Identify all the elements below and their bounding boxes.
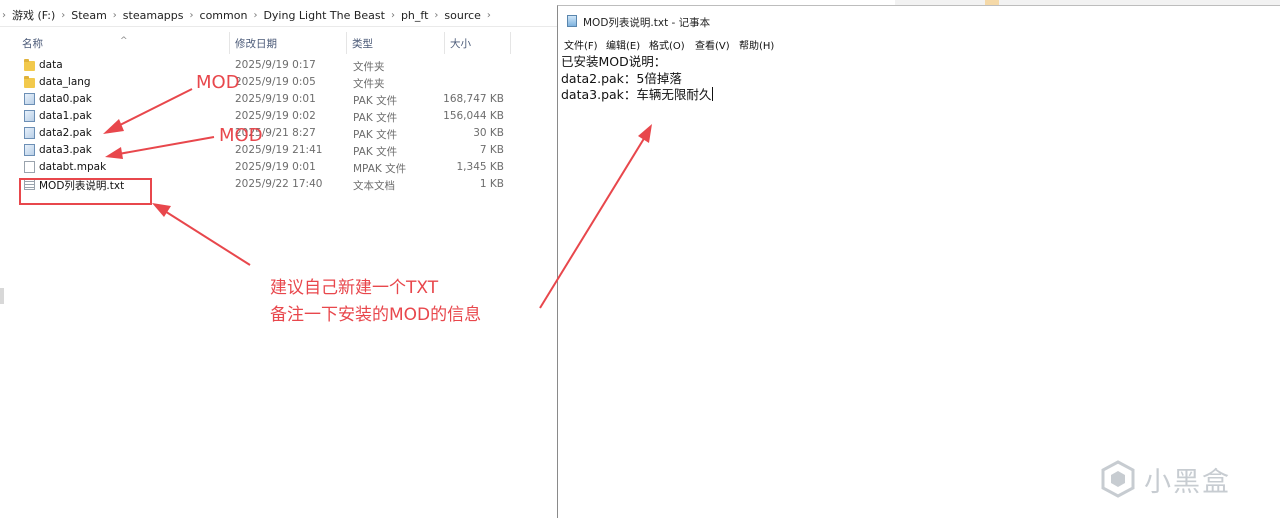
file-name: databt.mpak [39,161,107,173]
breadcrumb-item[interactable]: source [444,9,481,22]
file-size: 7 KB [479,144,504,156]
file-type: PAK 文件 [353,146,398,158]
chevron-right-icon[interactable]: › [434,10,438,21]
annotation-mod-label: MOD [196,72,240,93]
window-title: MOD列表说明.txt - 记事本 [583,17,711,29]
chevron-right-icon[interactable]: › [487,10,491,21]
annotation-note: 备注一下安装的MOD的信息 [270,305,482,325]
file-row-data2-pak[interactable]: data2.pak 2025/9/21 8:27 PAK 文件 30 KB [0,125,557,142]
pak-file-icon [24,127,35,139]
file-type: 文本文档 [353,180,395,192]
text-line: 已安装MOD说明： [561,54,667,69]
text-line-with-caret: data3.pak：车辆无限耐久 [561,87,1261,104]
menu-format[interactable]: 格式(O) [649,37,685,52]
file-size: 1,345 KB [456,161,505,173]
column-divider[interactable] [229,32,230,54]
scrollbar-marker[interactable] [0,288,4,304]
breadcrumb-item[interactable]: Dying Light The Beast [263,9,385,22]
file-name: data1.pak [39,110,92,122]
breadcrumb-item[interactable]: 游戏 (F:) [12,7,55,23]
file-size: 168,747 KB [443,93,504,105]
file-name: data0.pak [39,93,92,105]
menu-file[interactable]: 文件(F) [564,37,598,52]
file-row-databt-mpak[interactable]: databt.mpak 2025/9/19 0:01 MPAK 文件 1,345… [0,159,557,176]
file-size: 156,044 KB [443,110,504,122]
notepad-titlebar[interactable]: MOD列表说明.txt - 记事本 [558,6,1280,34]
chevron-right-icon[interactable]: › [253,10,257,21]
highlight-box [19,178,152,205]
file-date: 2025/9/19 0:01 [235,161,316,173]
annotation-note: 建议自己新建一个TXT [270,278,439,298]
watermark: 小黑盒 [1098,458,1231,500]
file-row-data0-pak[interactable]: data0.pak 2025/9/19 0:01 PAK 文件 168,747 … [0,91,557,108]
file-size: 1 KB [479,178,504,190]
generic-file-icon [24,161,35,173]
text-line: data2.pak：5倍掉落 [561,70,682,86]
file-row-data3-pak[interactable]: data3.pak 2025/9/19 21:41 PAK 文件 7 KB [0,142,557,159]
breadcrumb: › 游戏 (F:) › Steam › steamapps › common ›… [0,4,557,27]
column-divider[interactable] [346,32,347,54]
file-name: data_lang [39,76,91,88]
file-name: data2.pak [39,127,92,139]
breadcrumb-item[interactable]: common [200,9,248,22]
text-caret [712,87,714,101]
menu-help[interactable]: 帮助(H) [739,37,774,52]
breadcrumb-item[interactable]: Steam [71,9,107,22]
file-date: 2025/9/19 0:17 [235,59,316,71]
heybox-logo-icon [1101,460,1135,498]
file-type: PAK 文件 [353,112,398,124]
column-header-size[interactable]: 大小 [450,36,471,51]
text-editor-area[interactable]: 已安装MOD说明： data2.pak：5倍掉落 data3.pak：车辆无限耐… [561,54,1261,514]
pak-file-icon [24,110,35,122]
menu-edit[interactable]: 编辑(E) [606,37,640,52]
pak-file-icon [24,93,35,105]
annotation-mod-label: MOD [219,125,263,146]
watermark-text: 小黑盒 [1144,466,1231,498]
column-header-date[interactable]: 修改日期 [235,36,277,51]
file-type: PAK 文件 [353,129,398,141]
file-date: 2025/9/19 0:02 [235,110,316,122]
file-name: data [39,59,63,71]
chevron-right-icon[interactable]: › [2,10,6,21]
file-type: MPAK 文件 [353,163,407,175]
file-date: 2025/9/22 17:40 [235,178,323,190]
file-type: 文件夹 [353,61,385,73]
menu-view[interactable]: 查看(V) [695,37,730,52]
chevron-right-icon[interactable]: › [391,10,395,21]
folder-icon [24,59,35,71]
file-explorer-window: › 游戏 (F:) › Steam › steamapps › common ›… [0,0,557,518]
file-name: data3.pak [39,144,92,156]
column-headers: ^ 名称 修改日期 类型 大小 [0,32,557,54]
file-size: 30 KB [473,127,504,139]
column-header-name[interactable]: 名称 [22,36,43,51]
file-date: 2025/9/19 0:01 [235,93,316,105]
text-line: data3.pak：车辆无限耐久 [561,87,712,102]
breadcrumb-item[interactable]: steamapps [123,9,184,22]
chevron-right-icon[interactable]: › [113,10,117,21]
file-date: 2025/9/19 0:05 [235,76,316,88]
column-divider[interactable] [510,32,511,54]
column-header-type[interactable]: 类型 [352,36,373,51]
pak-file-icon [24,144,35,156]
file-type: 文件夹 [353,78,385,90]
column-divider[interactable] [444,32,445,54]
notepad-icon [567,15,577,27]
breadcrumb-item[interactable]: ph_ft [401,9,428,22]
chevron-right-icon[interactable]: › [61,10,65,21]
notepad-window: MOD列表说明.txt - 记事本 文件(F) 编辑(E) 格式(O) 查看(V… [557,5,1280,518]
file-row-data[interactable]: data 2025/9/19 0:17 文件夹 [0,57,557,74]
file-type: PAK 文件 [353,95,398,107]
sort-ascending-icon: ^ [120,36,128,46]
chevron-right-icon[interactable]: › [190,10,194,21]
file-row-data-lang[interactable]: data_lang 2025/9/19 0:05 文件夹 [0,74,557,91]
file-row-data1-pak[interactable]: data1.pak 2025/9/19 0:02 PAK 文件 156,044 … [0,108,557,125]
folder-icon [24,76,35,88]
menu-bar: 文件(F) 编辑(E) 格式(O) 查看(V) 帮助(H) [558,36,1280,52]
